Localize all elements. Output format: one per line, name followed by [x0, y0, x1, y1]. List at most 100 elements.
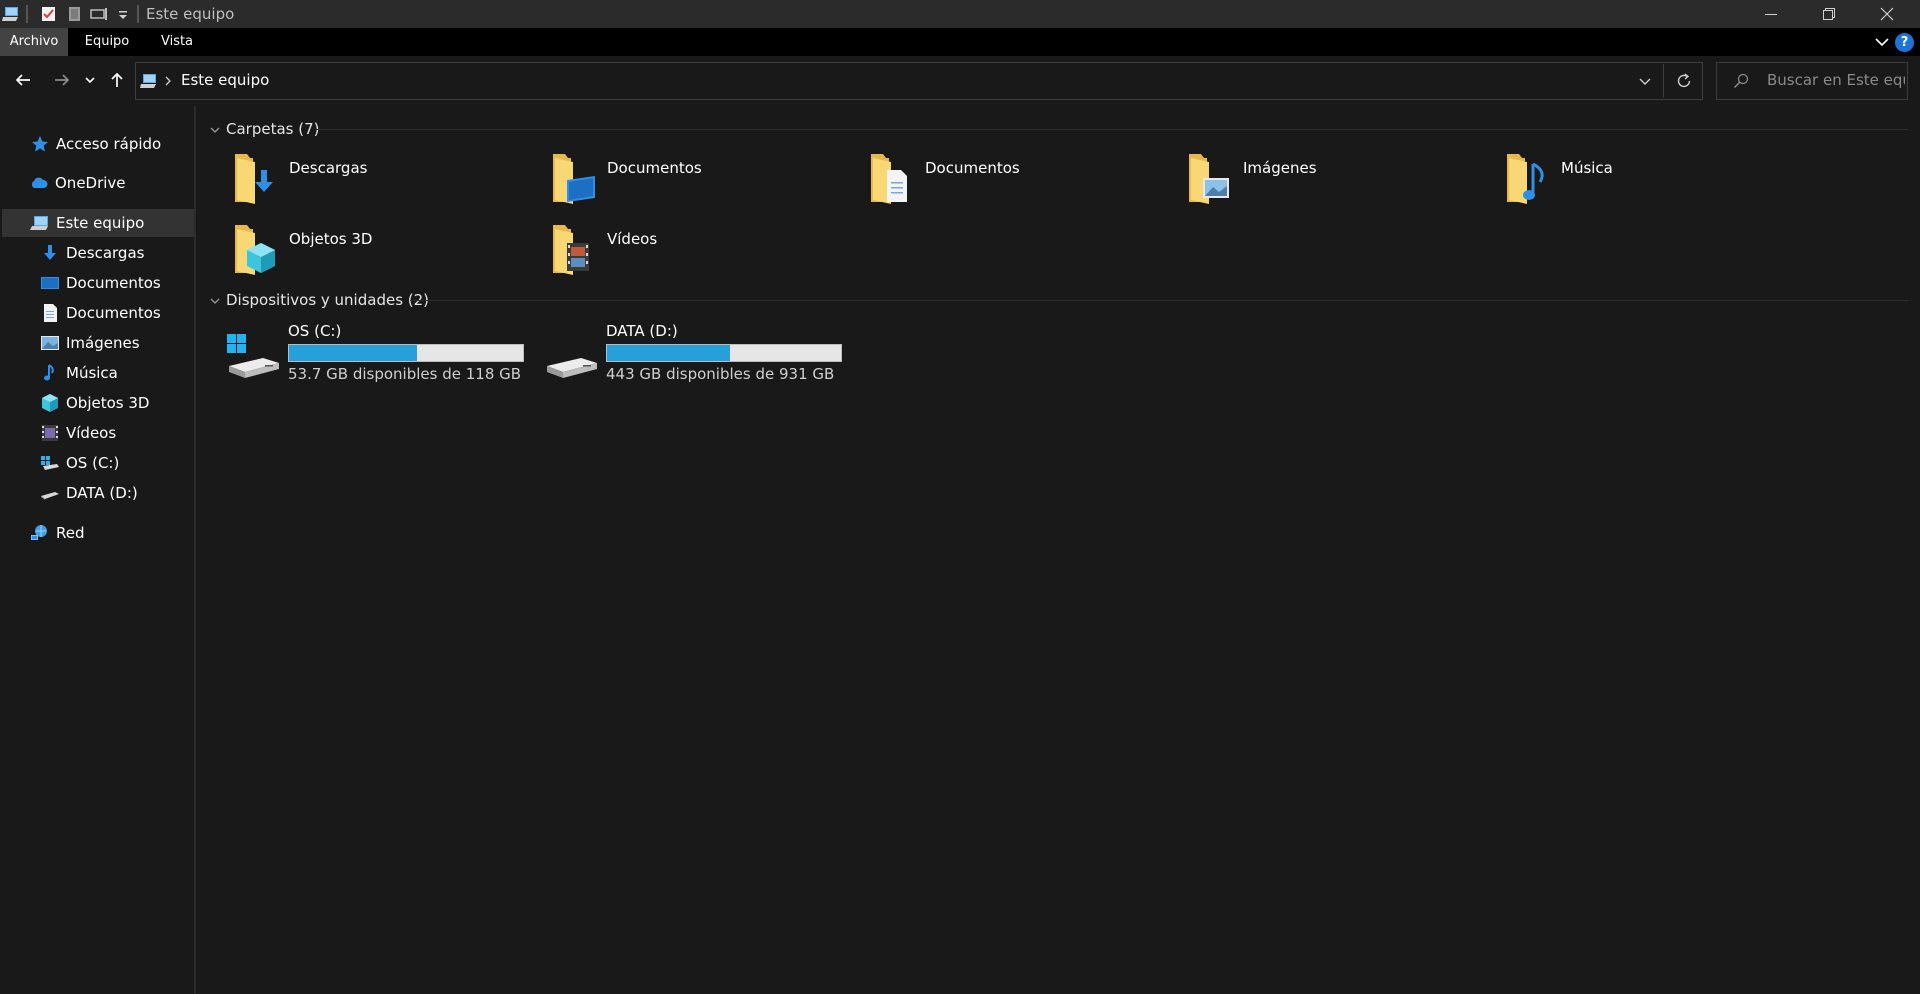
- drive-usage-bar: [288, 344, 524, 362]
- group-header-dispositivos[interactable]: Dispositivos y unidades (2): [226, 291, 429, 309]
- sidebar-item-videos[interactable]: Vídeos: [40, 419, 116, 447]
- document-icon: [44, 304, 57, 322]
- drive-free-space: 443 GB disponibles de 931 GB: [606, 365, 835, 383]
- toolbar-separator: [137, 5, 139, 23]
- sidebar-item-os-c[interactable]: OS (C:): [40, 449, 119, 477]
- folder-tile-objetos-3d[interactable]: Objetos 3D: [231, 221, 531, 283]
- group-divider: [410, 300, 1908, 301]
- desktop-icon: [41, 277, 59, 289]
- search-input[interactable]: Buscar en Este equipo: [1767, 71, 1905, 89]
- folder-tile-videos[interactable]: Vídeos: [549, 221, 849, 283]
- folder-label: Descargas: [289, 159, 368, 177]
- sidebar-item-descargas[interactable]: Descargas: [40, 239, 144, 267]
- drive-tile-data-d[interactable]: DATA (D:) 443 GB disponibles de 931 GB: [543, 320, 853, 383]
- music-icon: [44, 364, 54, 381]
- drive-icon: [41, 492, 59, 500]
- sidebar-item-label: OS (C:): [66, 454, 120, 472]
- cloud-icon: [31, 177, 48, 188]
- drive-free-space: 53.7 GB disponibles de 118 GB: [288, 365, 522, 383]
- customize-toolbar-icon[interactable]: [114, 5, 132, 23]
- folder-label: Vídeos: [607, 230, 658, 248]
- help-button[interactable]: ?: [1895, 33, 1914, 52]
- this-pc-icon: [140, 74, 156, 88]
- folder-label: Música: [1561, 159, 1613, 177]
- drive-usage-fill: [607, 345, 730, 361]
- folder-label: Documentos: [607, 159, 702, 177]
- downloads-folder-icon: [235, 154, 273, 204]
- minimize-button[interactable]: [1742, 0, 1800, 28]
- folder-label: Objetos 3D: [289, 230, 373, 248]
- refresh-icon[interactable]: [1675, 72, 1693, 90]
- address-history-chevron-icon[interactable]: [1638, 74, 1652, 88]
- folder-tile-musica[interactable]: Música: [1503, 150, 1803, 212]
- close-icon: [1880, 7, 1894, 21]
- sidebar-item-imagenes[interactable]: Imágenes: [40, 329, 140, 357]
- chevron-down-icon: [85, 77, 95, 84]
- recent-locations-button[interactable]: [81, 68, 99, 92]
- group-header-carpetas[interactable]: Carpetas (7): [226, 120, 320, 138]
- sidebar-item-label: DATA (D:): [66, 484, 138, 502]
- restore-button[interactable]: [1800, 0, 1858, 28]
- address-bar[interactable]: [135, 62, 1703, 100]
- ribbon-tabs: Archivo Equipo Vista: [0, 28, 1920, 56]
- sidebar-item-label: OneDrive: [55, 174, 126, 192]
- drive-usage-fill: [289, 345, 417, 361]
- sidebar-item-documentos-escritorio[interactable]: Documentos: [40, 269, 161, 297]
- sidebar-item-acceso-rapido[interactable]: Acceso rápido: [30, 130, 161, 158]
- sidebar-item-musica[interactable]: Música: [40, 359, 118, 387]
- sidebar-item-label: Este equipo: [56, 214, 145, 232]
- properties-icon[interactable]: [40, 5, 58, 23]
- documents-folder-icon: [871, 154, 907, 204]
- breadcrumb-chevron-icon[interactable]: [163, 75, 173, 87]
- collapse-group-chevron-icon[interactable]: [209, 295, 221, 307]
- tab-archivo[interactable]: Archivo: [0, 28, 68, 56]
- picture-icon: [41, 336, 59, 350]
- collapse-group-chevron-icon[interactable]: [209, 124, 221, 136]
- pictures-folder-icon: [1189, 154, 1229, 204]
- close-button[interactable]: [1858, 0, 1916, 28]
- minimize-icon: [1765, 14, 1777, 15]
- sidebar-item-objetos-3d[interactable]: Objetos 3D: [40, 389, 149, 417]
- this-pc-icon: [2, 7, 18, 21]
- sidebar-item-label: Imágenes: [66, 334, 140, 352]
- drive-icon: [547, 358, 597, 378]
- sidebar-item-data-d[interactable]: DATA (D:): [40, 479, 138, 507]
- windows-drive-icon: [227, 334, 279, 378]
- forward-button[interactable]: [50, 68, 74, 92]
- sidebar-item-onedrive[interactable]: OneDrive: [29, 169, 126, 197]
- new-folder-icon[interactable]: [66, 5, 84, 23]
- 3d-objects-folder-icon: [235, 225, 275, 275]
- windows-drive-icon: [41, 456, 59, 470]
- toolbar-separator: [26, 5, 28, 23]
- video-icon: [42, 425, 58, 441]
- folder-label: Imágenes: [1243, 159, 1317, 177]
- computer-icon: [30, 216, 48, 230]
- back-button[interactable]: [11, 68, 35, 92]
- folder-tile-descargas[interactable]: Descargas: [231, 150, 531, 212]
- folder-tile-documentos-escritorio[interactable]: Documentos: [549, 150, 849, 212]
- up-button[interactable]: [105, 68, 129, 92]
- drive-usage-bar: [606, 344, 842, 362]
- network-icon: [31, 525, 47, 540]
- sidebar-item-label: Descargas: [66, 244, 145, 262]
- sidebar-item-label: Objetos 3D: [66, 394, 150, 412]
- restore-icon: [1823, 8, 1835, 20]
- expand-ribbon-icon[interactable]: [1873, 33, 1891, 51]
- breadcrumb[interactable]: Este equipo: [181, 71, 269, 89]
- sidebar-item-documentos[interactable]: Documentos: [40, 299, 161, 327]
- sidebar-item-este-equipo[interactable]: Este equipo: [2, 209, 194, 237]
- arrow-up-icon: [111, 72, 123, 87]
- tab-vista[interactable]: Vista: [150, 28, 204, 56]
- folder-tile-imagenes[interactable]: Imágenes: [1185, 150, 1485, 212]
- drive-name: DATA (D:): [606, 322, 678, 340]
- cube-icon: [42, 394, 58, 412]
- group-divider: [316, 129, 1908, 130]
- star-icon: [32, 136, 48, 152]
- arrow-left-icon: [15, 74, 30, 86]
- rename-icon[interactable]: [90, 5, 108, 23]
- folder-tile-documentos[interactable]: Documentos: [867, 150, 1167, 212]
- tab-equipo[interactable]: Equipo: [76, 28, 138, 56]
- drive-tile-os-c[interactable]: OS (C:) 53.7 GB disponibles de 118 GB: [225, 320, 535, 383]
- sidebar-item-red[interactable]: Red: [30, 519, 85, 547]
- sidebar-item-label: Música: [66, 364, 118, 382]
